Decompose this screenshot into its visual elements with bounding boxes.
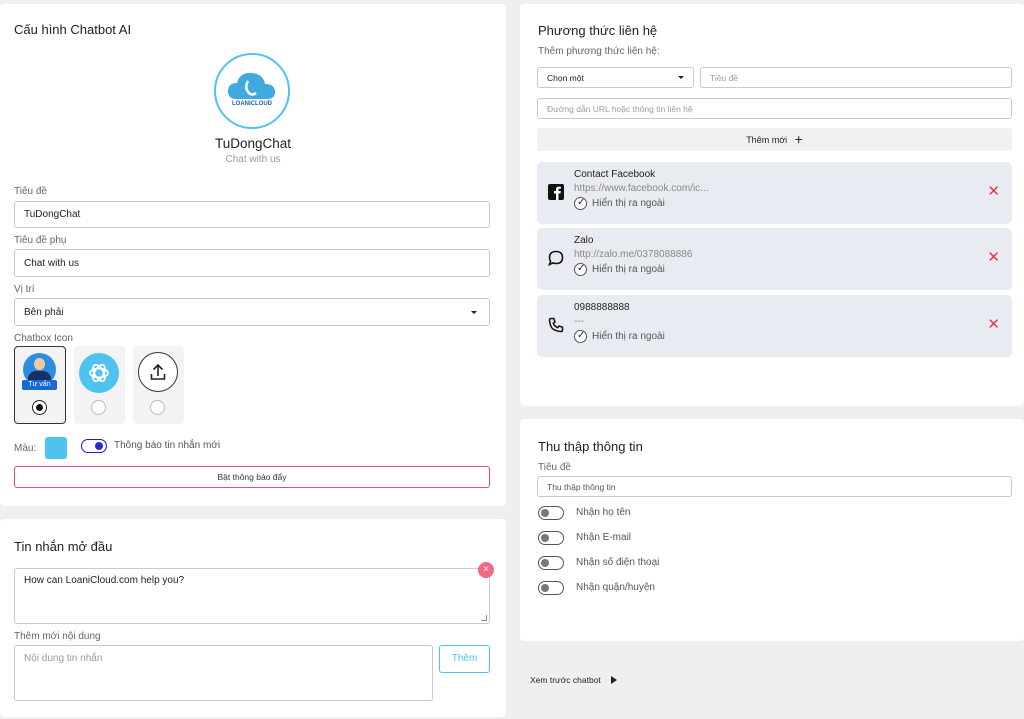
phone-icon [548,317,564,333]
icon-radio-2[interactable] [91,400,106,415]
toggle-district[interactable] [538,581,564,595]
toggle-district-label: Nhận quận/huyện [576,582,655,593]
chevron-down-icon [471,311,477,314]
show-label: Hiển thị ra ngoài [592,198,665,209]
add-message-label: Thêm [451,653,478,664]
play-icon [611,676,618,684]
show-label: Hiển thị ra ngoài [592,331,665,342]
facebook-icon [548,184,564,200]
opening-message-text: How can LoaniCloud.com help you? [24,575,185,586]
contact-item[interactable]: Zalo http://zalo.me/0378088886 ✓ Hiển th… [537,228,1012,290]
plus-icon: + [794,131,803,147]
contact-url-placeholder: Đường dẫn URL hoặc thông tin liên hệ [547,103,693,114]
title-label: Tiêu đề [14,186,47,197]
contact-title-input[interactable]: Tiêu đề [700,67,1012,88]
color-swatch[interactable] [45,437,67,459]
add-contact-label: Thêm phương thức liên hệ: [538,46,660,57]
close-icon: ✕ [987,249,1000,266]
contact-name: Zalo [574,235,594,246]
toggle-phone[interactable] [538,556,564,570]
add-message-button[interactable]: Thêm [439,645,490,673]
notify-label: Thông báo tin nhắn mới [114,440,221,451]
add-content-textarea[interactable]: Nội dung tin nhắn [14,645,433,701]
push-notification-button[interactable]: Bật thông báo đẩy [14,466,490,488]
cloud-icon [228,72,275,99]
preview-chatbot-button[interactable]: Xem trước chatbot [530,675,618,689]
notify-toggle[interactable] [81,439,107,453]
color-label: Màu: [14,443,37,454]
bot-subtitle: Chat with us [225,154,281,165]
add-contact-label-text: Thêm mới [746,135,788,145]
resize-handle-icon[interactable] [481,615,487,621]
collect-title-input[interactable]: Thu thập thông tin [537,476,1012,497]
contact-item[interactable]: Contact Facebook https://www.facebook.co… [537,162,1012,224]
icon-option-openai[interactable] [74,346,125,424]
icon-radio-1[interactable] [32,400,47,415]
delete-contact-button[interactable]: ✕ [987,250,1000,265]
close-icon: × [483,564,489,575]
toggle-email-label: Nhận E-mail [576,532,632,543]
toggle-name-label: Nhận họ tên [576,507,631,518]
contact-value: http://zalo.me/0378088886 [574,249,693,260]
opening-message-textarea[interactable]: How can LoaniCloud.com help you? [14,568,490,624]
delete-contact-button[interactable]: ✕ [987,184,1000,199]
icon-option-upload[interactable] [133,346,184,424]
check-icon: ✓ [577,330,586,341]
contact-title-placeholder: Tiêu đề [710,72,739,83]
position-select[interactable]: Bên phải [14,298,490,326]
contact-title: Phương thức liên hệ [538,23,658,38]
title-input[interactable]: TuDongChat [14,201,490,228]
show-label: Hiển thị ra ngoài [592,264,665,275]
toggle-name[interactable] [538,506,564,520]
show-checkbox[interactable]: ✓ [574,197,587,210]
avatar-caption: Tư vấn [22,380,57,390]
icon-option-avatar[interactable]: Tư vấn [14,346,66,424]
contact-value: --- [574,316,584,327]
contact-type-value: Chọn một [547,72,584,83]
icon-radio-3[interactable] [150,400,165,415]
chatbox-icon-label: Chatbox Icon [14,333,73,344]
show-checkbox[interactable]: ✓ [574,330,587,343]
bot-name: TuDongChat [214,136,292,151]
contact-value: https://www.facebook.com/ic... [574,183,709,194]
config-title: Cấu hình Chatbot AI [14,22,132,37]
collect-title-label: Tiêu đề [538,462,571,473]
opening-title: Tin nhắn mở đầu [14,539,113,554]
openai-icon [79,353,119,393]
upload-icon [138,352,178,392]
add-content-label: Thêm mới nội dung [14,631,101,642]
add-contact-button[interactable]: Thêm mới + [537,128,1012,151]
contact-name: 0988888888 [574,302,630,313]
chevron-down-icon [678,76,684,79]
close-icon: ✕ [987,316,1000,333]
logo-text: LOANICLOUD [232,101,272,107]
collect-title: Thu thập thông tin [538,439,643,454]
show-checkbox[interactable]: ✓ [574,263,587,276]
subtitle-label: Tiêu đề phụ [14,235,67,246]
add-content-placeholder: Nội dung tin nhắn [24,653,103,664]
delete-contact-button[interactable]: ✕ [987,317,1000,332]
push-button-label: Bật thông báo đẩy [217,472,287,482]
remove-message-button[interactable]: × [478,562,494,578]
contact-item[interactable]: 0988888888 --- ✓ Hiển thị ra ngoài ✕ [537,295,1012,357]
contact-type-select[interactable]: Chọn một [537,67,694,88]
check-icon: ✓ [577,197,586,208]
preview-label: Xem trước chatbot [530,675,601,685]
position-value: Bên phải [24,306,64,318]
chatbot-logo[interactable]: LOANICLOUD [214,53,290,129]
contact-url-input[interactable]: Đường dẫn URL hoặc thông tin liên hệ [537,98,1012,119]
toggle-email[interactable] [538,531,564,545]
subtitle-input[interactable]: Chat with us [14,249,490,277]
check-icon: ✓ [577,263,586,274]
toggle-phone-label: Nhận số điện thoại [576,557,660,568]
close-icon: ✕ [987,183,1000,200]
position-label: Vị trí [14,284,35,295]
chat-bubble-icon [548,250,564,267]
contact-name: Contact Facebook [574,169,656,180]
